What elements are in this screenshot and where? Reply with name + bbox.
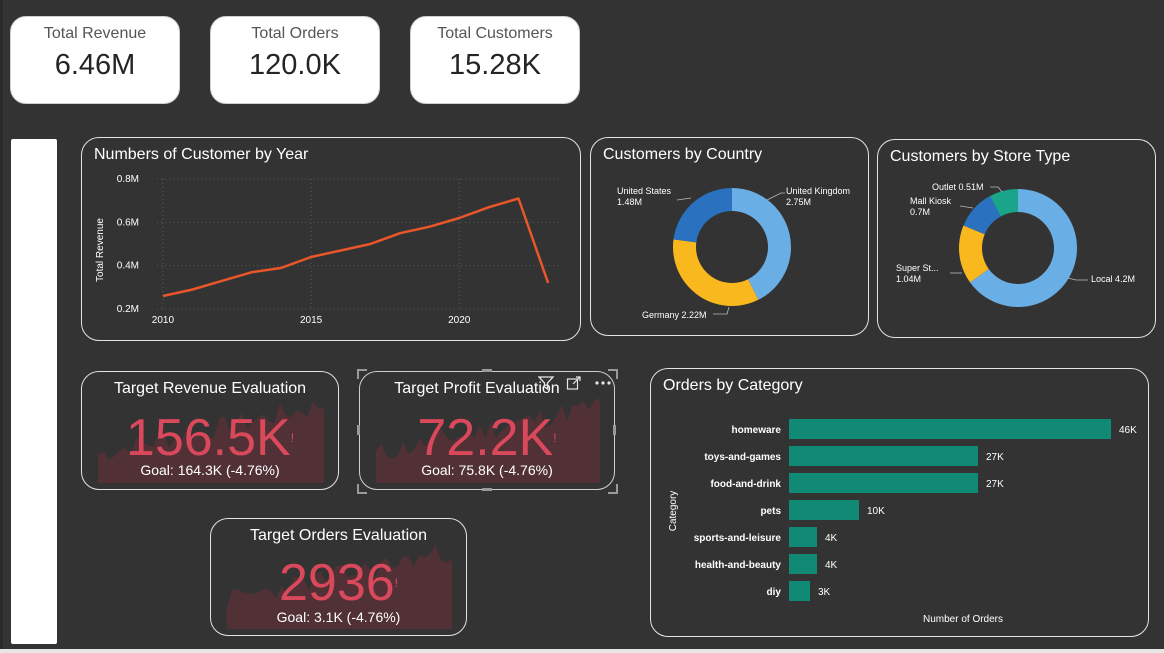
country-donut-chart: United Kingdom2.75M United States1.48M Ger…: [617, 186, 850, 320]
category-bar-chart: homeware 46K toys-and-games 27K food-and-dri…: [668, 419, 1137, 625]
donut-label: Local 4.2M: [1091, 274, 1135, 284]
donut-slice: [673, 188, 732, 243]
kpi-value: 120.0K: [249, 49, 341, 81]
canvas-bottom-edge: [0, 649, 1164, 653]
donut-label: Super St...: [896, 263, 939, 273]
bar: [789, 473, 978, 493]
x-axis-label: Number of Orders: [923, 614, 1003, 625]
donut-label: United Kingdom: [786, 186, 850, 196]
store-donut-card[interactable]: Customers by Store Type Local 4.2M Super …: [877, 139, 1156, 338]
selection-corner: [608, 484, 618, 494]
y-tick-label: 0.2M: [117, 304, 139, 315]
y-axis-label: Category: [668, 491, 679, 532]
leader-line: [713, 306, 730, 315]
x-tick-label: 2015: [300, 315, 323, 326]
donut-slice: [673, 239, 759, 306]
eval-value: 2936!: [211, 557, 466, 609]
bar: [789, 419, 1111, 439]
data-label: 4K: [825, 533, 838, 544]
eval-value-text: 156.5K: [125, 409, 291, 467]
alert-mark: !: [290, 431, 295, 445]
donut-label: 2.75M: [786, 197, 811, 207]
leader-line: [1067, 277, 1088, 281]
store-donut-chart: Local 4.2M Super St...1.04M Mall Kiosk0.7M…: [896, 182, 1135, 307]
kpi-card-total-customers[interactable]: Total Customers 15.28K: [410, 16, 580, 104]
series-line: [162, 197, 550, 298]
category-label: food-and-drink: [710, 479, 781, 490]
leader-line: [959, 205, 974, 209]
country-donut-card[interactable]: Customers by Country United Kingdom 2.75M…: [590, 137, 869, 336]
data-label: 27K: [986, 452, 1004, 463]
alert-mark: !: [394, 576, 399, 590]
eval-goal: Goal: 164.3K (-4.76%): [140, 462, 280, 478]
filter-icon[interactable]: [538, 376, 554, 390]
line-chart: 0.2M 0.4M 0.6M 0.8M 2010 2015 2020 Total Revenu…: [95, 174, 560, 326]
selection-corner: [357, 369, 367, 379]
category-label: homeware: [732, 425, 782, 436]
eval-value: 72.2K!: [360, 412, 614, 464]
donut-label: United States: [617, 186, 672, 196]
eval-value: 156.5K!: [82, 412, 338, 464]
slicer-panel[interactable]: [11, 139, 57, 644]
resize-handle[interactable]: [613, 425, 616, 435]
selection-corner: [608, 369, 618, 379]
selection-corner: [357, 484, 367, 494]
kpi-label: Total Orders: [251, 25, 339, 42]
category-label: sports-and-leisure: [694, 533, 782, 544]
leader-line: [676, 197, 692, 201]
alert-mark: !: [553, 431, 557, 445]
canvas-edge: [0, 0, 3, 653]
target-orders-card[interactable]: Target Orders Evaluation 2936! Goal: 3.1…: [210, 518, 467, 636]
bar: [789, 527, 817, 547]
kpi-card-total-revenue[interactable]: Total Revenue 6.46M: [10, 16, 180, 104]
line-chart-card[interactable]: Numbers of Customer by Year 0.2M 0.4M 0.6M…: [81, 137, 581, 341]
category-label: diy: [767, 587, 782, 598]
resize-handle[interactable]: [482, 369, 492, 372]
bar: [789, 581, 810, 601]
kpi-value: 15.28K: [449, 49, 541, 81]
kpi-value: 6.46M: [54, 49, 136, 81]
data-label: 4K: [825, 560, 838, 571]
donut-label: 0.7M: [910, 207, 930, 217]
eval-title: Target Orders Evaluation: [250, 527, 427, 544]
donut-label: Germany 2.22M: [642, 310, 707, 320]
eval-value-text: 2936: [278, 554, 395, 612]
category-label: health-and-beauty: [695, 560, 782, 571]
data-label: 3K: [818, 587, 831, 598]
more-options-icon[interactable]: [594, 380, 612, 386]
data-label: 10K: [867, 506, 885, 517]
eval-goal: Goal: 3.1K (-4.76%): [276, 609, 401, 625]
bar: [789, 554, 817, 574]
kpi-label: Total Revenue: [43, 25, 147, 42]
y-tick-label: 0.8M: [117, 174, 139, 185]
kpi-label: Total Customers: [437, 25, 553, 42]
data-label: 27K: [986, 479, 1004, 490]
y-tick-label: 0.4M: [117, 261, 139, 272]
leader-line: [766, 192, 785, 201]
kpi-card-total-orders[interactable]: Total Orders 120.0K: [210, 16, 380, 104]
x-tick-label: 2010: [152, 315, 175, 326]
x-tick-label: 2020: [448, 315, 471, 326]
target-revenue-card[interactable]: Target Revenue Evaluation 156.5K! Goal: …: [81, 371, 339, 490]
category-bar-card[interactable]: Orders by Category homeware 46K toys-and-g…: [650, 368, 1149, 637]
eval-value-text: 72.2K: [417, 409, 554, 467]
category-label: toys-and-games: [704, 452, 781, 463]
eval-title: Target Revenue Evaluation: [113, 380, 307, 397]
bar: [789, 500, 859, 520]
donut-label: Outlet 0.51M: [932, 182, 984, 192]
resize-handle[interactable]: [357, 425, 360, 435]
eval-goal: Goal: 75.8K (-4.76%): [421, 462, 553, 478]
leader-line: [990, 186, 1003, 193]
donut-label: 1.48M: [617, 197, 642, 207]
donut-label: Mall Kiosk: [910, 196, 952, 206]
resize-handle[interactable]: [482, 488, 492, 491]
bar: [789, 446, 978, 466]
y-tick-label: 0.6M: [117, 217, 139, 228]
category-label: pets: [760, 506, 781, 517]
focus-mode-icon[interactable]: [566, 376, 582, 390]
data-label: 46K: [1119, 425, 1137, 436]
y-axis-label: Total Revenue: [95, 218, 106, 282]
donut-label: 1.04M: [896, 274, 921, 284]
